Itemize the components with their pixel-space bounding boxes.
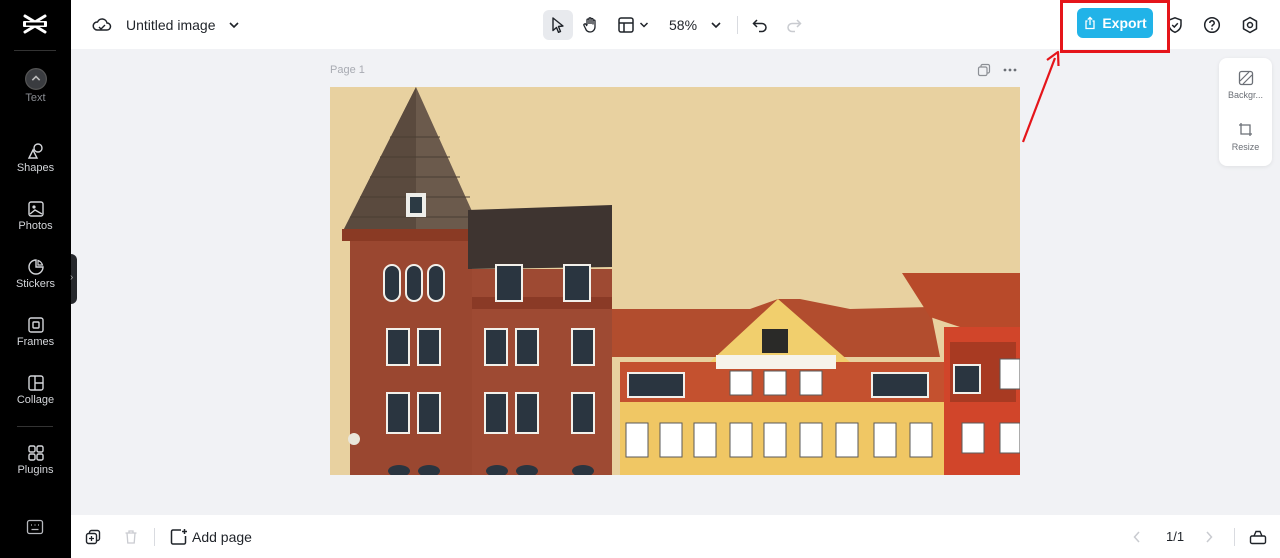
bottom-toolbar: Add page 1/1	[71, 515, 1280, 558]
next-page-button[interactable]	[1204, 515, 1214, 558]
redo-button[interactable]	[785, 0, 803, 49]
sidebar-item-label: Frames	[16, 336, 55, 348]
delete-page-button[interactable]	[123, 515, 139, 558]
bottom-divider	[1234, 515, 1235, 558]
resize-label: Resize	[1231, 142, 1260, 152]
photos-icon	[27, 201, 44, 217]
buildings-photo[interactable]	[330, 87, 1020, 475]
right-side-panel: Backgr... Resize	[1219, 58, 1272, 166]
duplicate-page-icon[interactable]	[977, 63, 991, 77]
rail-divider	[17, 426, 53, 427]
annotation-arrow	[1021, 50, 1060, 143]
sidebar-item-stickers[interactable]: Stickers	[0, 258, 71, 291]
duplicate-page-icon	[85, 529, 101, 544]
rail-divider	[14, 50, 56, 51]
sidebar-item-collage[interactable]: Collage	[0, 374, 71, 407]
cloud-sync-status[interactable]	[92, 0, 112, 49]
resize-button[interactable]: Resize	[1219, 122, 1272, 152]
hand-icon	[583, 16, 596, 33]
chevron-down-icon	[228, 21, 239, 28]
cloud-icon	[92, 17, 112, 31]
chevron-down-icon	[711, 21, 721, 28]
background-button[interactable]: Backgr...	[1219, 70, 1272, 100]
sidebar-item-label: Photos	[18, 220, 53, 232]
sidebar-item-label: Stickers	[15, 278, 56, 290]
design-canvas[interactable]	[330, 87, 1020, 475]
sidebar-item-photos[interactable]: Photos	[0, 200, 71, 233]
select-tool-button[interactable]	[543, 0, 573, 49]
undo-button[interactable]	[751, 0, 769, 49]
cursor-arrow-icon	[552, 16, 564, 33]
add-page-button[interactable]: Add page	[170, 515, 252, 558]
sidebar-item-text[interactable]: Text	[0, 68, 71, 105]
zoom-control[interactable]: 58%	[669, 0, 722, 49]
zoom-level: 58%	[669, 16, 698, 33]
plugins-icon	[27, 445, 44, 461]
toolbar-divider	[737, 0, 738, 49]
add-page-icon	[170, 528, 187, 545]
left-sidebar: Text Shapes Photos Stickers Frames Colla…	[0, 0, 71, 558]
previous-page-button[interactable]	[1132, 515, 1142, 558]
chevron-left-icon	[1133, 530, 1140, 543]
chevron-down-icon	[639, 21, 649, 28]
sidebar-collapse-handle[interactable]: ›	[70, 254, 77, 304]
chevron-right-icon	[1206, 530, 1213, 543]
page-tools	[977, 63, 1017, 77]
redo-icon	[787, 18, 802, 32]
layout-menu-button[interactable]	[617, 0, 649, 49]
page-indicator-text: 1/1	[1166, 529, 1185, 544]
sidebar-item-label: Text	[25, 92, 46, 104]
resize-icon	[1238, 123, 1252, 136]
more-options-icon[interactable]	[1003, 68, 1017, 72]
sidebar-item-plugins[interactable]: Plugins	[0, 444, 71, 477]
keyboard-shortcuts-icon[interactable]	[26, 519, 44, 535]
duplicate-page-button[interactable]	[85, 515, 101, 558]
text-icon	[24, 68, 47, 90]
document-title-text: Untitled image	[126, 16, 216, 33]
layout-icon	[618, 16, 634, 33]
sidebar-item-label: Shapes	[16, 162, 55, 174]
page-label: Page 1	[330, 64, 365, 76]
page-panel-toggle-button[interactable]	[1249, 515, 1267, 558]
sidebar-item-label: Collage	[16, 394, 55, 406]
hand-tool-button[interactable]	[576, 0, 606, 49]
annotation-highlight-box	[1060, 0, 1170, 53]
chevron-right-icon: ›	[70, 272, 74, 283]
gear-icon	[1242, 16, 1258, 33]
page-indicator: 1/1	[1166, 515, 1184, 558]
undo-icon	[752, 18, 767, 32]
pages-panel-icon	[1249, 530, 1267, 544]
settings-button[interactable]	[1241, 0, 1259, 49]
background-icon	[1238, 70, 1253, 86]
capcut-logo[interactable]	[22, 12, 48, 36]
background-label: Backgr...	[1227, 90, 1263, 100]
shapes-icon	[27, 143, 43, 159]
document-title[interactable]: Untitled image	[126, 0, 240, 49]
bottom-divider	[154, 515, 155, 558]
help-button[interactable]	[1203, 0, 1221, 49]
trash-icon	[125, 529, 137, 544]
sidebar-item-frames[interactable]: Frames	[0, 316, 71, 349]
collage-icon	[27, 375, 44, 391]
stickers-icon	[27, 259, 44, 275]
frames-icon	[27, 317, 44, 333]
add-page-label: Add page	[192, 528, 252, 545]
sidebar-item-shapes[interactable]: Shapes	[0, 142, 71, 175]
sidebar-item-label: Plugins	[17, 464, 54, 476]
help-icon	[1203, 16, 1221, 33]
